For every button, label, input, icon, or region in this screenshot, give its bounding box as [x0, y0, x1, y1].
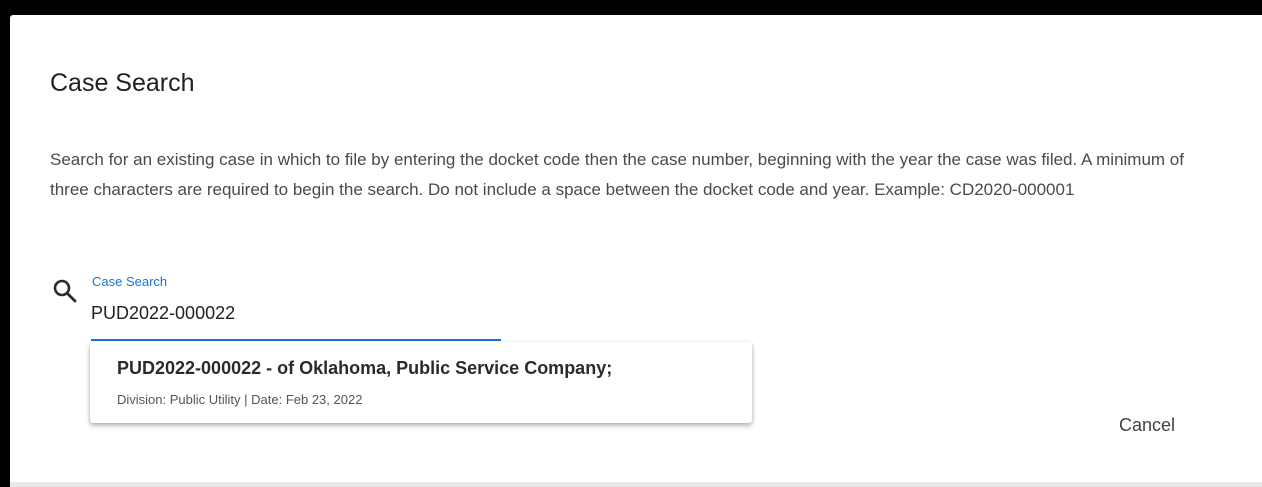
dialog-title: Case Search — [50, 69, 195, 97]
case-search-dialog: Case Search Search for an existing case … — [10, 15, 1262, 482]
dialog-description: Search for an existing case in which to … — [50, 150, 1184, 199]
search-icon — [52, 278, 78, 304]
suggestion-title: PUD2022-000022 - of Oklahoma, Public Ser… — [117, 358, 613, 378]
suggestion-menu: PUD2022-000022 - of Oklahoma, Public Ser… — [90, 342, 752, 423]
cancel-button[interactable]: Cancel — [1115, 409, 1179, 442]
case-search-input[interactable] — [91, 298, 496, 328]
suggestion-details: Division: Public Utility | Date: Feb 23,… — [117, 392, 363, 407]
input-underline — [91, 339, 501, 341]
case-search-label: Case Search — [92, 274, 168, 289]
window-bottom-edge — [10, 482, 1262, 487]
